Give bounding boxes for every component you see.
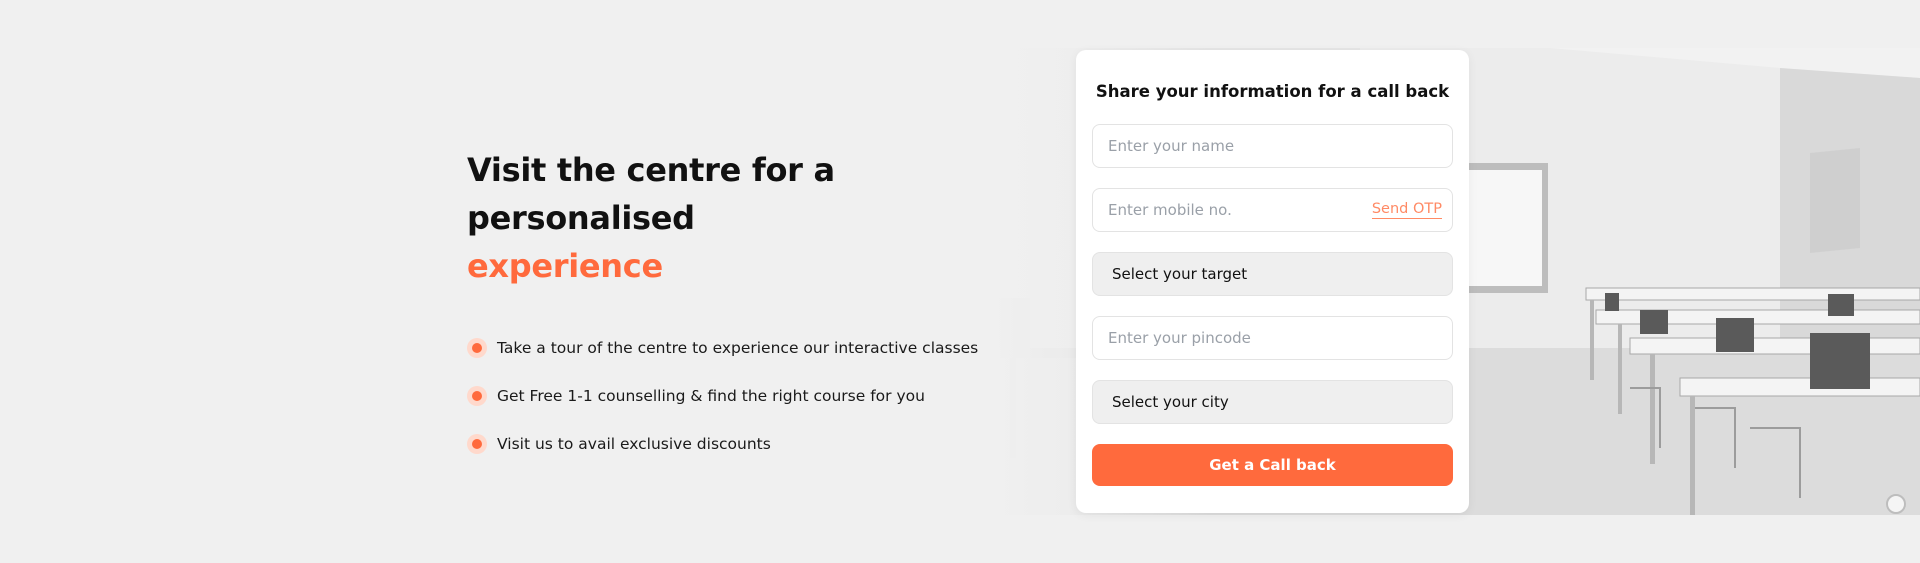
bullet-dot-icon (467, 338, 487, 358)
send-otp-link[interactable]: Send OTP (1371, 200, 1442, 219)
benefit-list: Take a tour of the centre to experience … (467, 324, 1027, 468)
benefit-text: Take a tour of the centre to experience … (497, 339, 979, 357)
city-select[interactable]: Select your city (1092, 380, 1453, 424)
callback-form-card: Share your information for a call back S… (1076, 50, 1469, 513)
bullet-dot-icon (467, 434, 487, 454)
mobile-field: Send OTP (1092, 188, 1453, 232)
target-select[interactable]: Select your target (1092, 252, 1453, 296)
benefit-text: Get Free 1-1 counselling & find the righ… (497, 387, 925, 405)
benefit-text: Visit us to avail exclusive discounts (497, 435, 771, 453)
list-item: Take a tour of the centre to experience … (467, 324, 1027, 372)
list-item: Visit us to avail exclusive discounts (467, 420, 1027, 468)
get-call-back-button[interactable]: Get a Call back (1092, 444, 1453, 486)
headline-text: Visit the centre for a personalised (467, 151, 835, 237)
pincode-field (1092, 316, 1453, 360)
form-title: Share your information for a call back (1095, 82, 1450, 101)
headline-accent: experience (467, 247, 663, 285)
name-input[interactable] (1093, 125, 1452, 167)
pincode-input[interactable] (1093, 317, 1452, 359)
hero-section: Visit the centre for a personalised expe… (467, 146, 1027, 468)
hero-headline: Visit the centre for a personalised expe… (467, 146, 1027, 290)
name-field (1092, 124, 1453, 168)
widget-badge-icon[interactable] (1886, 494, 1906, 514)
bullet-dot-icon (467, 386, 487, 406)
list-item: Get Free 1-1 counselling & find the righ… (467, 372, 1027, 420)
